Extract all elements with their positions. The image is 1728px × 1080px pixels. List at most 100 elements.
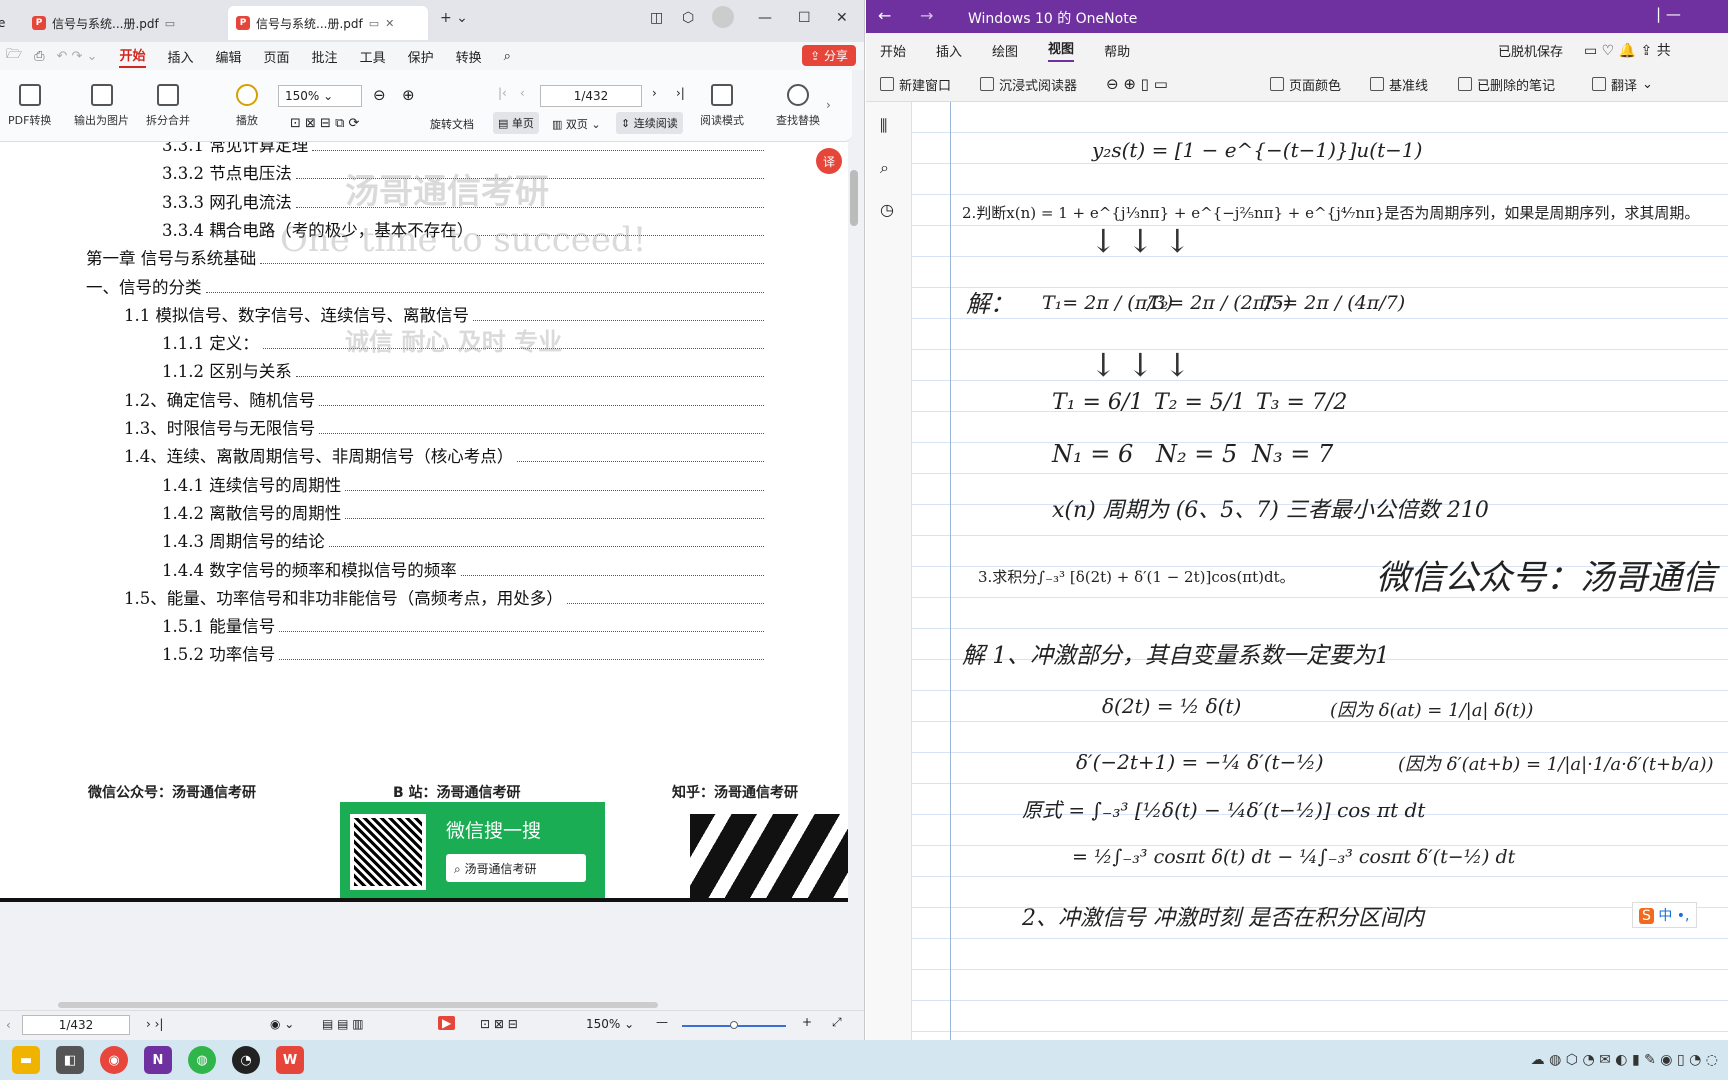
toc-entry[interactable]: 1.4、连续、离散周期信号、非周期信号（核心考点） (124, 443, 768, 467)
toc-entry[interactable]: 1.4.1 连续信号的周期性 (162, 472, 768, 496)
page-color-button[interactable]: 页面颜色 (1270, 75, 1341, 94)
zoom-slider[interactable] (682, 1021, 786, 1029)
menu-tools[interactable]: 工具 (360, 47, 386, 66)
next-page-icon[interactable]: › (652, 86, 657, 100)
toc-entry[interactable]: 1.5.1 能量信号 (162, 613, 768, 637)
qq-icon[interactable]: ◔ (232, 1046, 260, 1074)
tab-screen-icon[interactable]: ▭ (369, 17, 379, 30)
status-page-input[interactable]: 1/432 (22, 1015, 130, 1035)
minimize-icon[interactable]: | — (1656, 5, 1681, 23)
deleted-notes-button[interactable]: 已删除的笔记 (1458, 75, 1555, 94)
zoom-in-icon[interactable]: ⊕ (402, 86, 415, 104)
note-page[interactable]: y₂s(t) = [1 − e^{−(t−1)}]u(t−1) 2.判断x(n)… (912, 102, 1728, 1040)
menu-home[interactable]: 开始 (119, 45, 146, 68)
rotate-button[interactable]: 旋转文档 (430, 116, 474, 132)
toc-entry[interactable]: 1.1.2 区别与关系 (162, 358, 768, 382)
translate-badge-icon[interactable]: 译 (816, 148, 842, 174)
ribbon-more-icon[interactable]: › (826, 98, 831, 112)
toc-entry[interactable]: 3.3.1 常见计算定理 (162, 142, 768, 156)
toc-entry[interactable]: 1.4.2 离散信号的周期性 (162, 500, 768, 524)
new-tab-icon[interactable]: + ⌄ (440, 10, 468, 26)
toc-entry[interactable]: 1.5.2 功率信号 (162, 641, 768, 665)
last-page-icon[interactable]: ›| (676, 86, 685, 100)
menu-insert[interactable]: 插入 (168, 47, 194, 66)
zoom-select[interactable]: 150% ⌄ (278, 85, 362, 107)
page-number-input[interactable]: 1/432 (540, 85, 642, 107)
menu-home[interactable]: 开始 (880, 41, 906, 60)
toc-entry[interactable]: 1.4.4 数字信号的频率和模拟信号的频率 (162, 557, 768, 581)
tab-screen-icon[interactable]: ▭ (165, 17, 175, 30)
menu-help[interactable]: 帮助 (1104, 41, 1130, 60)
maximize-icon[interactable]: ☐ (798, 10, 811, 26)
next-page-icon[interactable]: › ›| (146, 1017, 163, 1031)
file-explorer-icon[interactable]: ▬ (12, 1046, 40, 1074)
immersive-reader-button[interactable]: 沉浸式阅读器 (980, 75, 1077, 94)
close-icon[interactable]: ✕ (836, 10, 848, 26)
toc-entry[interactable]: 1.4.3 周期信号的结论 (162, 528, 768, 552)
zoom-icons[interactable]: ⊖ ⊕ ▯ ▭ (1106, 75, 1168, 93)
toc-entry[interactable]: 一、信号的分类 (86, 274, 768, 298)
split-merge-button[interactable]: 拆分合并 (146, 84, 190, 128)
chrome-icon[interactable]: ◉ (100, 1046, 128, 1074)
read-mode-button[interactable]: 阅读模式 (700, 84, 744, 128)
tab-pdf-2[interactable]: P 信号与系统...册.pdf ▭ ✕ (228, 6, 428, 40)
single-page-button[interactable]: ▤ 单页 (493, 112, 539, 134)
menu-page[interactable]: 页面 (264, 47, 290, 66)
tab-pdf-1[interactable]: P 信号与系统...册.pdf ▭ (24, 6, 224, 40)
open-icon[interactable]: 🗁 (6, 45, 22, 67)
menu-edit[interactable]: 编辑 (216, 47, 242, 66)
pdf-convert-button[interactable]: PDF转换 (8, 84, 51, 128)
fit-icons[interactable]: ⊡ ⊠ ⊟ (480, 1017, 518, 1031)
prev-page-icon[interactable]: ‹ (520, 86, 525, 100)
zoom-out-icon[interactable]: ⊖ (373, 86, 386, 104)
menu-annotate[interactable]: 批注 (312, 47, 338, 66)
menu-convert[interactable]: 转换 (456, 47, 482, 66)
toc-entry[interactable]: 1.5、能量、功率信号和非功非能信号（高频考点，用处多） (124, 585, 768, 609)
eye-icon[interactable]: ◉ ⌄ (270, 1017, 294, 1031)
find-replace-button[interactable]: 查找替换 (776, 84, 820, 128)
cube-icon[interactable]: ⬡ (682, 10, 694, 26)
ime-indicator[interactable]: S 中 •, (1632, 902, 1697, 928)
menu-view[interactable]: 视图 (1048, 38, 1075, 62)
notebooks-icon[interactable]: ⫼ (880, 116, 887, 136)
share-button[interactable]: ⇪ 分享 (802, 45, 856, 66)
menu-protect[interactable]: 保护 (408, 47, 434, 66)
fit-icons[interactable]: ⊡ ⊠ ⊟ ⧉ ⟳ (290, 116, 359, 131)
toc-entry[interactable]: 1.2、确定信号、随机信号 (124, 387, 768, 411)
back-icon[interactable]: ← (878, 6, 891, 25)
avatar[interactable] (712, 6, 734, 28)
translate-button[interactable]: 翻译 ⌄ (1592, 75, 1653, 94)
zoom-in-icon[interactable]: + (802, 1015, 812, 1029)
print-icon[interactable]: ⎙ (34, 49, 44, 64)
play-button[interactable]: 播放 (236, 84, 258, 128)
minimize-icon[interactable]: — (758, 10, 772, 26)
toc-entry[interactable]: 1.3、时限信号与无限信号 (124, 415, 768, 439)
search-icon[interactable]: ⌕ (880, 158, 889, 178)
toolbar-icons[interactable]: ▭ ♡ 🔔 ⇪ 共 (1584, 40, 1671, 60)
system-tray-icons[interactable]: ☁ ◍ ⬡ ◔ ✉ ◐ ▮ ✎ ◉ ▯ ◔ ◌ (1531, 1052, 1718, 1068)
fullscreen-icon[interactable]: ⤢ (832, 1015, 842, 1030)
wps-icon[interactable]: W (276, 1046, 304, 1074)
layout-icon[interactable]: ◫ (650, 10, 663, 26)
wechat-icon[interactable]: ◍ (188, 1046, 216, 1074)
double-page-button[interactable]: ▥ 双页 ⌄ (552, 116, 601, 132)
tab-partial[interactable]: e (0, 6, 20, 40)
play-icon[interactable]: ▶ (438, 1016, 456, 1030)
continuous-read-button[interactable]: ⇕ 连续阅读 (616, 112, 683, 134)
first-page-icon[interactable]: |‹ (498, 86, 507, 100)
status-zoom[interactable]: 150% ⌄ (586, 1017, 634, 1031)
close-tab-icon[interactable]: ✕ (385, 17, 394, 30)
horizontal-scrollbar[interactable] (58, 1002, 658, 1008)
vertical-scrollbar[interactable] (850, 170, 858, 226)
menu-draw[interactable]: 绘图 (992, 41, 1018, 60)
app-icon[interactable]: ◧ (56, 1046, 84, 1074)
export-image-button[interactable]: 输出为图片 (74, 84, 129, 128)
forward-icon[interactable]: → (920, 6, 933, 25)
view-mode-icons[interactable]: ▤ ▤ ▥ (322, 1017, 364, 1031)
first-page-icon[interactable]: ‹ (6, 1018, 11, 1032)
zoom-out-icon[interactable]: — (656, 1015, 668, 1029)
menu-insert[interactable]: 插入 (936, 41, 962, 60)
search-icon[interactable]: ⌕ (504, 49, 511, 64)
recent-icon[interactable]: ◷ (880, 200, 894, 219)
new-window-button[interactable]: 新建窗口 (880, 75, 951, 94)
